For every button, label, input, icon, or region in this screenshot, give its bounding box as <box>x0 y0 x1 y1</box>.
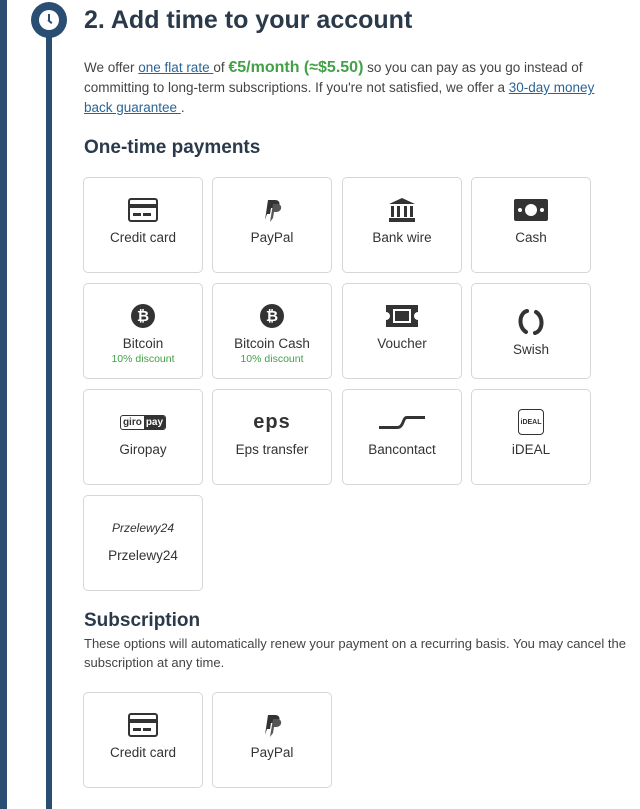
payment-option-bitcoin-cash[interactable]: ₿ Bitcoin Cash 10% discount <box>212 283 332 379</box>
payment-option-label: Bitcoin <box>122 336 164 351</box>
ideal-icon: iDEAL <box>518 408 544 436</box>
step-timeline-line <box>46 18 52 809</box>
bitcoin-cash-icon: ₿ <box>260 302 284 330</box>
payment-option-label: Eps transfer <box>235 442 309 457</box>
payment-option-label: Giropay <box>119 442 167 457</box>
discount-badge: 10% discount <box>240 353 304 365</box>
payment-option-credit-card[interactable]: Credit card <box>83 177 203 273</box>
paypal-icon <box>261 711 283 739</box>
credit-card-icon <box>128 196 158 224</box>
left-accent-bar <box>0 0 7 809</box>
przelewy24-logo-text: Przelewy24 <box>111 521 175 535</box>
giropay-icon: giro pay <box>119 408 167 436</box>
intro-text-1: We offer <box>84 60 139 75</box>
payment-option-bancontact[interactable]: Bancontact <box>342 389 462 485</box>
payment-option-przelewy24[interactable]: Przelewy24 Przelewy24 <box>83 495 203 591</box>
payment-option-label: Cash <box>515 230 547 245</box>
voucher-icon <box>386 302 418 330</box>
payment-option-label: Credit card <box>109 230 177 245</box>
ideal-logo-text: iDEAL <box>518 409 544 435</box>
bitcoin-icon: ₿ <box>131 302 155 330</box>
pricing-intro: We offer one flat rate of €5/month (≈$5.… <box>84 58 614 118</box>
step-title: 2. Add time to your account <box>84 6 413 34</box>
payment-option-label: PayPal <box>250 230 294 245</box>
payment-option-paypal[interactable]: PayPal <box>212 177 332 273</box>
payment-option-swish[interactable]: Swish <box>471 283 591 379</box>
payment-option-label: Bitcoin Cash <box>234 336 310 351</box>
eps-logo-text: eps <box>253 410 291 433</box>
paypal-icon <box>261 196 283 224</box>
subscription-description: These options will automatically renew y… <box>84 636 626 670</box>
flat-rate-link[interactable]: one flat rate <box>138 60 213 75</box>
payment-option-bank-wire[interactable]: Bank wire <box>342 177 462 273</box>
payment-option-label: Przelewy24 <box>108 548 178 563</box>
price-label: €5/month (≈$5.50) <box>228 59 364 76</box>
payment-option-eps-transfer[interactable]: eps Eps transfer <box>212 389 332 485</box>
payment-option-giropay[interactable]: giro pay Giropay <box>83 389 203 485</box>
payment-option-label: Swish <box>512 342 549 357</box>
payment-option-label: Voucher <box>377 336 427 351</box>
giropay-logo-pay: pay <box>143 415 166 429</box>
przelewy24-icon: Przelewy24 <box>112 514 174 542</box>
bank-icon <box>388 196 416 224</box>
payment-option-ideal[interactable]: iDEAL iDEAL <box>471 389 591 485</box>
subscription-option-paypal[interactable]: PayPal <box>212 692 332 788</box>
discount-badge: 10% discount <box>111 353 175 365</box>
eps-icon: eps <box>253 408 290 436</box>
payment-option-cash[interactable]: Cash <box>471 177 591 273</box>
clock-icon <box>31 2 67 38</box>
payment-option-label: Bank wire <box>372 230 432 245</box>
swish-icon <box>516 308 546 336</box>
bancontact-icon <box>379 408 425 436</box>
payment-option-voucher[interactable]: Voucher <box>342 283 462 379</box>
payment-option-label: iDEAL <box>511 442 551 457</box>
cash-icon <box>514 196 548 224</box>
intro-text-4: . <box>180 100 185 115</box>
giropay-logo-text: giro <box>122 416 142 428</box>
payment-option-label: Bancontact <box>368 442 436 457</box>
payment-option-label: PayPal <box>250 745 294 760</box>
credit-card-icon <box>128 711 158 739</box>
payment-option-label: Credit card <box>109 745 177 760</box>
intro-text-2: of <box>213 60 229 75</box>
payment-option-bitcoin[interactable]: ₿ Bitcoin 10% discount <box>83 283 203 379</box>
subscription-heading: Subscription <box>84 610 201 631</box>
subscription-option-credit-card[interactable]: Credit card <box>83 692 203 788</box>
one-time-payments-heading: One-time payments <box>84 137 261 158</box>
